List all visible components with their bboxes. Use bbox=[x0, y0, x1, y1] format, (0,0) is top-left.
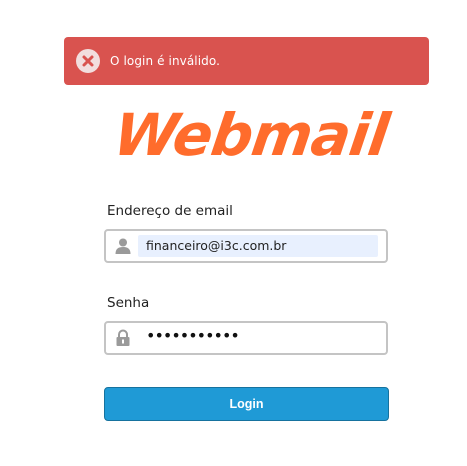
password-value[interactable]: ••••••••••• bbox=[146, 326, 240, 345]
error-banner: O login é inválido. bbox=[64, 37, 429, 85]
user-icon bbox=[114, 237, 132, 255]
password-label: Senha bbox=[107, 295, 150, 311]
lock-icon bbox=[114, 329, 132, 347]
error-message: O login é inválido. bbox=[110, 54, 221, 68]
email-field[interactable]: financeiro@i3c.com.br bbox=[104, 229, 388, 263]
error-x-icon bbox=[76, 49, 100, 73]
webmail-logo-text: Webmail bbox=[110, 105, 395, 165]
login-page: O login é inválido. Webmail Endereço de … bbox=[0, 0, 467, 466]
webmail-logo: Webmail bbox=[110, 105, 395, 165]
email-label: Endereço de email bbox=[107, 203, 233, 219]
email-value[interactable]: financeiro@i3c.com.br bbox=[146, 238, 286, 253]
login-button[interactable]: Login bbox=[104, 387, 389, 421]
password-field[interactable]: ••••••••••• bbox=[104, 321, 388, 355]
